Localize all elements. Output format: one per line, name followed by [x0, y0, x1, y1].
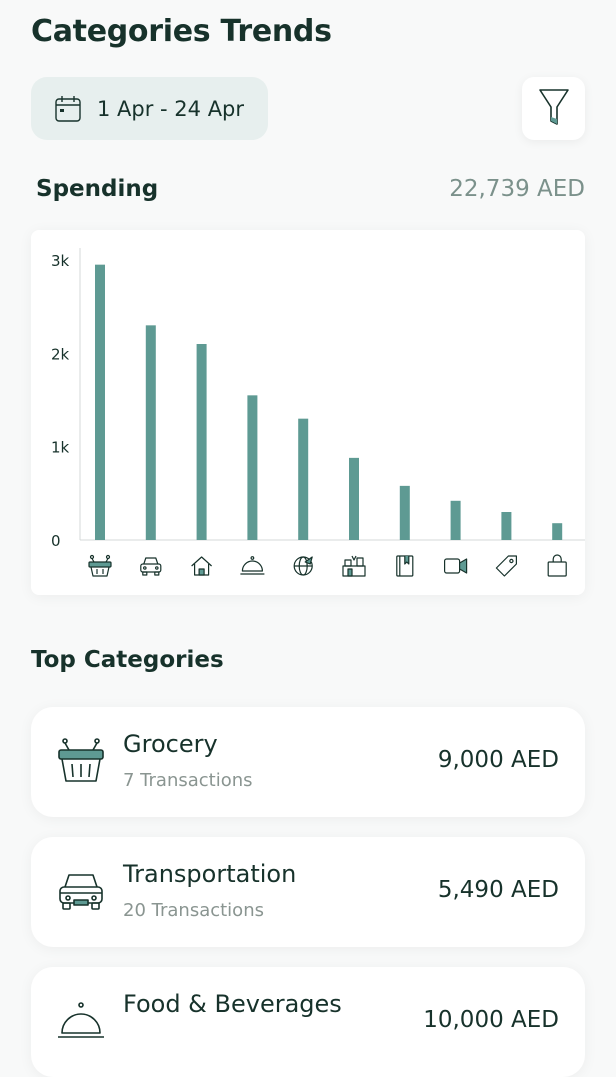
bar-grocery-basket [95, 264, 105, 540]
category-transactions: 7 Transactions [123, 770, 253, 791]
category-card-food-beverages[interactable]: Food & Beverages 10,000 AED [31, 967, 585, 1077]
top-categories-title: Top Categories [31, 647, 224, 673]
tag-icon [495, 555, 517, 577]
category-card-transportation[interactable]: Transportation 20 Transactions 5,490 AED [31, 837, 585, 947]
bar-video-camera [450, 500, 461, 540]
category-name: Food & Beverages [123, 990, 342, 1018]
food-cloche-icon [240, 556, 265, 575]
bar-car [145, 325, 156, 540]
car-icon [140, 557, 162, 576]
y-tick-label: 3k [51, 252, 70, 270]
gifts-icon [342, 555, 366, 577]
y-tick-label: 1k [51, 439, 70, 457]
y-tick-label: 0 [51, 532, 61, 550]
home-icon [191, 556, 213, 576]
bar-chart-svg: 0 1k 2k 3k [51, 248, 585, 577]
car-icon [55, 867, 107, 917]
category-name: Transportation [123, 860, 297, 888]
video-camera-icon [444, 558, 468, 574]
grocery-basket-icon [55, 737, 107, 787]
page-title: Categories Trends [31, 14, 332, 49]
grocery-basket-icon [88, 554, 112, 577]
shopping-bag-icon [547, 554, 567, 577]
category-card-grocery[interactable]: Grocery 7 Transactions 9,000 AED [31, 707, 585, 817]
spending-title: Spending [36, 176, 159, 202]
category-transactions: 20 Transactions [123, 900, 264, 921]
food-cloche-icon [55, 997, 107, 1047]
bar-home [196, 344, 207, 540]
calendar-icon [53, 94, 83, 124]
book-icon [396, 555, 414, 577]
bar-shopping-bag [552, 523, 563, 540]
bar-tag [501, 512, 512, 540]
date-range-label: 1 Apr - 24 Apr [97, 96, 245, 121]
filter-button[interactable] [522, 77, 585, 140]
funnel-filter-icon [537, 87, 571, 131]
bar-globe-travel [298, 418, 309, 540]
category-amount: 10,000 AED [423, 1007, 559, 1033]
spending-total: 22,739 AED [449, 176, 585, 202]
bar-gifts [349, 457, 359, 540]
category-amount: 9,000 AED [437, 747, 559, 773]
category-amount: 5,490 AED [437, 877, 559, 903]
globe-travel-icon [293, 556, 313, 576]
bar-food-cloche [247, 395, 258, 540]
category-name: Grocery [123, 730, 218, 758]
bar-book [399, 485, 410, 540]
spending-chart: 0 1k 2k 3k [31, 230, 585, 595]
y-tick-label: 2k [51, 345, 70, 363]
date-range-button[interactable]: 1 Apr - 24 Apr [31, 77, 268, 140]
